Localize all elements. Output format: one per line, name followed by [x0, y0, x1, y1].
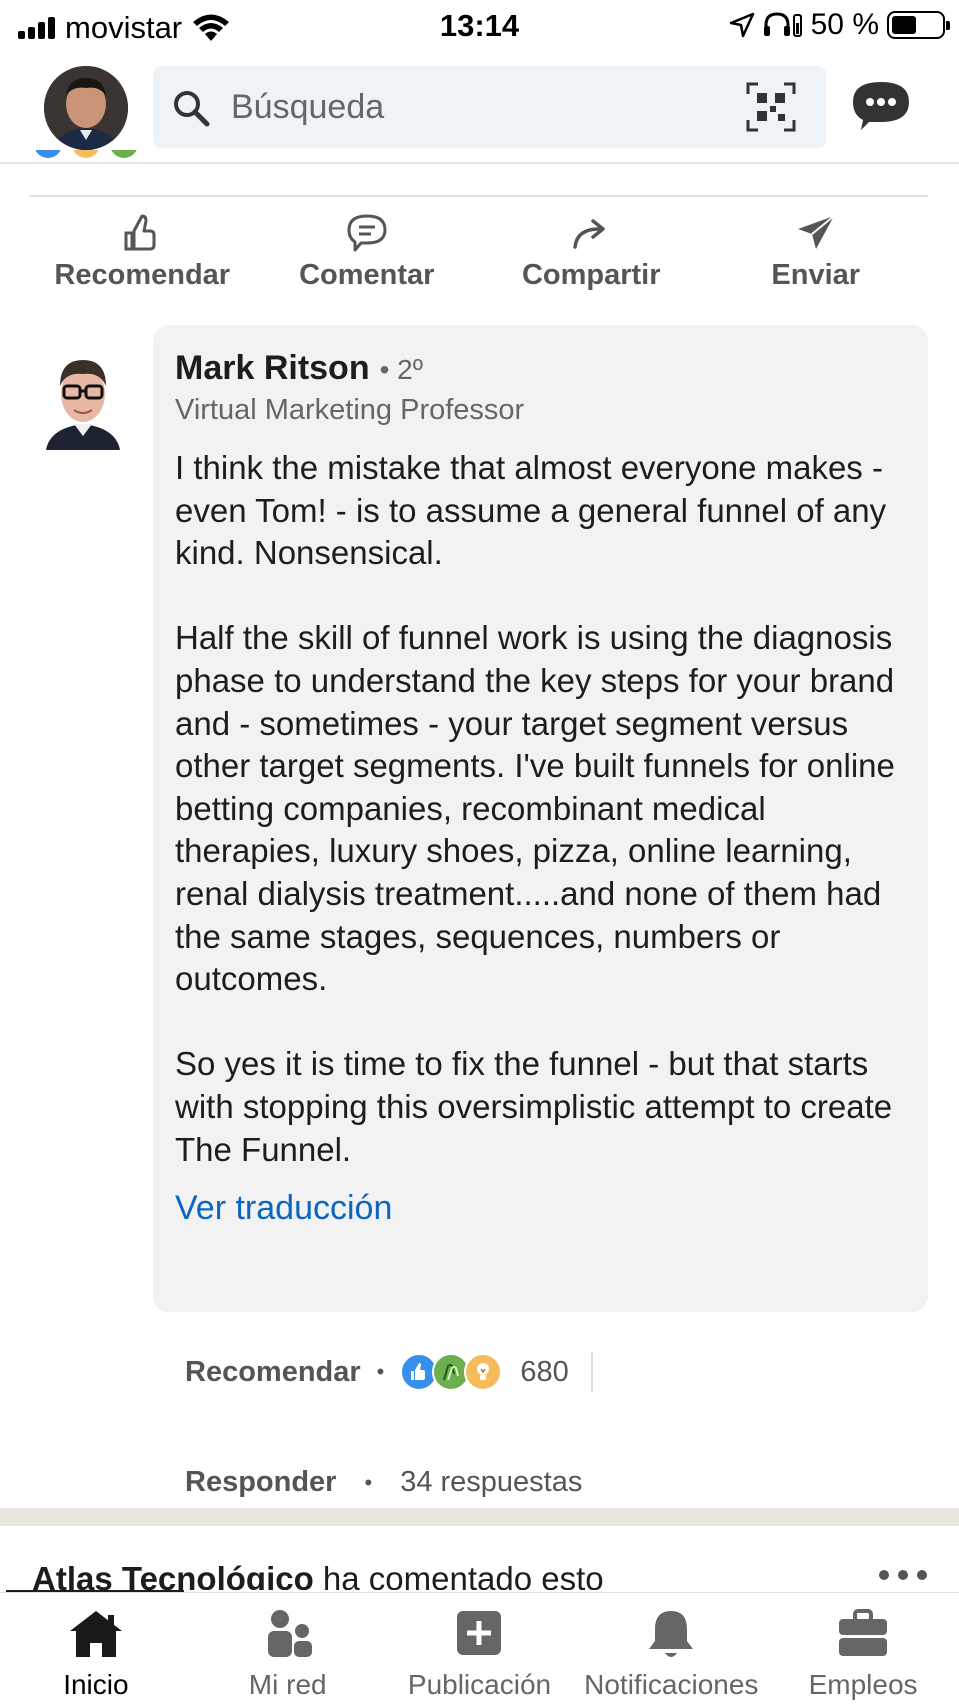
share-action-button[interactable]: Compartir: [479, 197, 704, 300]
tab-home-label: Inicio: [63, 1669, 129, 1700]
share-action-label: Compartir: [521, 259, 661, 291]
next-post-header: Atlas Tecnológico ha comentado esto: [32, 1560, 932, 1590]
tab-jobs[interactable]: Empleos: [767, 1593, 959, 1707]
more-options-icon[interactable]: [877, 1568, 929, 1582]
tab-notifications[interactable]: Notificaciones: [575, 1593, 767, 1707]
location-arrow-icon: [729, 12, 754, 38]
profile-avatar[interactable]: [44, 66, 128, 150]
comment-body: I think the mistake that almost everyone…: [175, 449, 895, 1168]
status-right: 50 %: [729, 8, 950, 42]
reaction-icons[interactable]: [400, 1353, 503, 1391]
replies-count-link[interactable]: 34 respuestas: [400, 1466, 582, 1499]
headphones-battery-icon: [763, 12, 802, 37]
share-arrow-icon: [573, 219, 605, 249]
tab-post-label: Publicación: [407, 1669, 552, 1700]
next-post-action-text: ha comentado esto: [313, 1560, 604, 1590]
thumbs-up-icon: [124, 214, 156, 251]
comment-header: Mark Ritson • 2º: [175, 349, 906, 388]
comment-like-button[interactable]: Recomendar: [185, 1356, 361, 1389]
send-icon: [797, 215, 835, 249]
network-people-icon: [267, 1610, 312, 1657]
tab-post[interactable]: Publicación: [384, 1593, 576, 1707]
see-translation-link[interactable]: Ver traducción: [175, 1189, 392, 1228]
tab-home[interactable]: Inicio: [0, 1593, 192, 1707]
search-input[interactable]: [231, 66, 731, 148]
bell-icon: [649, 1611, 694, 1657]
reaction-icons-peek: [36, 150, 146, 164]
comment-reactions-row: Recomendar • 680: [185, 1352, 593, 1392]
qr-code-icon[interactable]: [746, 82, 796, 132]
send-action-button[interactable]: Enviar: [704, 197, 929, 300]
messaging-icon[interactable]: [851, 80, 911, 130]
reaction-count[interactable]: 680: [520, 1356, 568, 1389]
top-nav: [0, 58, 959, 164]
reply-button[interactable]: Responder: [185, 1466, 336, 1499]
insightful-reaction-icon: [464, 1353, 503, 1391]
search-bar[interactable]: [153, 66, 826, 148]
status-bar: movistar 13:14 50 %: [0, 0, 959, 56]
comment-author-headline: Virtual Marketing Professor: [175, 394, 525, 426]
comment-icon: [347, 214, 387, 252]
next-post-actor[interactable]: Atlas Tecnológico: [32, 1560, 314, 1590]
post-action-bar: Recomendar Comentar Compartir Enviar: [30, 195, 928, 300]
tab-network-label: Mi red: [248, 1669, 327, 1700]
battery-icon: [887, 11, 950, 39]
tab-network[interactable]: Mi red: [192, 1593, 384, 1707]
connection-degree: • 2º: [379, 354, 423, 385]
comment-author-name[interactable]: Mark Ritson: [175, 349, 370, 388]
separator-dot: •: [364, 1469, 373, 1495]
like-action-label: Recomendar: [54, 259, 231, 291]
commenter-avatar[interactable]: [42, 344, 124, 450]
comment-action-label: Comentar: [299, 259, 435, 291]
divider: [590, 1352, 593, 1392]
tab-jobs-label: Empleos: [808, 1669, 918, 1700]
comment-reply-row: Responder • 34 respuestas: [185, 1466, 582, 1499]
battery-percent: 50 %: [810, 8, 879, 41]
briefcase-icon: [839, 1609, 888, 1656]
like-action-button[interactable]: Recomendar: [30, 197, 255, 300]
send-action-label: Enviar: [771, 259, 861, 291]
comment-bubble: Mark Ritson • 2º Virtual Marketing Profe…: [153, 325, 928, 1312]
search-icon: [174, 91, 210, 127]
home-icon: [69, 1611, 122, 1657]
comment-action-button[interactable]: Comentar: [255, 197, 480, 300]
separator-dot: •: [376, 1359, 385, 1384]
tab-notifications-label: Notificaciones: [584, 1669, 759, 1700]
add-post-icon: [457, 1611, 502, 1655]
bottom-nav: Inicio Mi red Publicación Notificaciones: [0, 1592, 959, 1707]
feed-divider: [0, 1508, 959, 1526]
